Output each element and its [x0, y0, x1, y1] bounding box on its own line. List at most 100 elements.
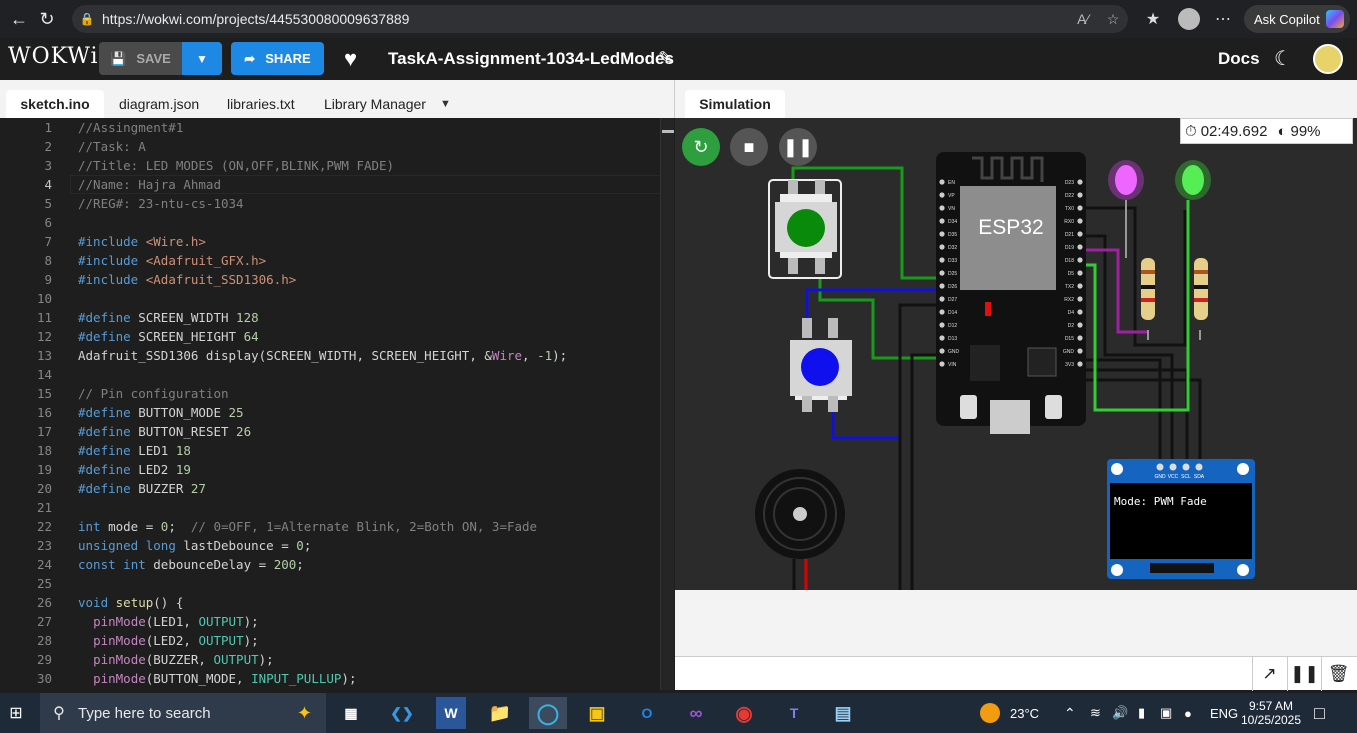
pause-simulation-button[interactable]: ❚❚: [779, 128, 817, 166]
editor-scrollbar[interactable]: [660, 118, 674, 690]
code-line[interactable]: 16 #define BUTTON_MODE 25: [0, 403, 674, 422]
sticky-notes-icon[interactable]: ▣: [578, 697, 616, 729]
code-line[interactable]: 17 #define BUTTON_RESET 26: [0, 422, 674, 441]
code-line[interactable]: 21: [0, 498, 674, 517]
simulation-canvas[interactable]: ESP32 EN VP VN D34 D35 D32 D33 D25 D26 D27 D14 D12 D…: [675, 118, 1357, 590]
favorite-icon[interactable]: ☆: [1098, 11, 1128, 28]
tab-sketch-ino[interactable]: sketch.ino: [6, 90, 104, 118]
code-line[interactable]: 29 pinMode(BUZZER, OUTPUT);: [0, 650, 674, 669]
more-icon[interactable]: ⋯: [1208, 0, 1238, 38]
notification-icon[interactable]: □: [1314, 693, 1325, 733]
save-dropdown-chevron-icon[interactable]: ▼: [182, 42, 222, 75]
green-pushbutton[interactable]: [787, 209, 825, 247]
code-line[interactable]: 6: [0, 213, 674, 232]
code-line[interactable]: 9 #include <Adafruit_SSD1306.h>: [0, 270, 674, 289]
esp32-pin-label: D32: [948, 245, 957, 251]
esp32-pin-label: D18: [1065, 258, 1074, 264]
teams-icon[interactable]: T: [775, 697, 813, 729]
blue-pushbutton[interactable]: [801, 348, 839, 386]
chrome-icon[interactable]: ◉: [725, 697, 763, 729]
code-line[interactable]: 1 //Assingment#1: [0, 118, 674, 137]
code-line[interactable]: 4 //Name: Hajra Ahmad: [0, 175, 674, 194]
code-text: Adafruit_SSD1306 display(SCREEN_WIDTH, S…: [78, 348, 568, 363]
plotter-chart-icon[interactable]: ↗: [1252, 657, 1286, 691]
volume-icon[interactable]: 🔊: [1112, 693, 1128, 733]
address-bar[interactable]: 🔒 https://wokwi.com/projects/44553008000…: [72, 5, 1128, 33]
read-aloud-icon[interactable]: A⁄: [1068, 11, 1098, 27]
sun-icon: [980, 703, 1000, 723]
notepad-icon[interactable]: ▤: [824, 697, 862, 729]
docs-link[interactable]: Docs: [1218, 49, 1260, 69]
refresh-icon[interactable]: ↻: [28, 0, 66, 38]
code-line[interactable]: 20 #define BUZZER 27: [0, 479, 674, 498]
line-number: 15: [36, 386, 52, 401]
camera-icon[interactable]: ▣: [1160, 693, 1172, 733]
task-view-icon[interactable]: ▦: [332, 697, 370, 729]
tab-simulation[interactable]: Simulation: [685, 90, 785, 118]
code-line[interactable]: 5 //REG#: 23-ntu-cs-1034: [0, 194, 674, 213]
word-icon[interactable]: W: [436, 697, 466, 729]
mcu-label: ESP32: [978, 216, 1043, 239]
code-line[interactable]: 23 unsigned long lastDebounce = 0;: [0, 536, 674, 555]
visual-studio-icon[interactable]: ∞: [677, 697, 715, 729]
pause-serial-icon[interactable]: ❚❚: [1287, 657, 1321, 691]
collections-icon[interactable]: ★: [1138, 0, 1168, 38]
restart-simulation-button[interactable]: ↻: [682, 128, 720, 166]
profile-icon[interactable]: [1174, 0, 1204, 38]
esp32-pin: [939, 244, 945, 250]
code-line[interactable]: 2 //Task: A: [0, 137, 674, 156]
code-line[interactable]: 30 pinMode(BUTTON_MODE, INPUT_PULLUP);: [0, 669, 674, 688]
code-line[interactable]: 26 void setup() {: [0, 593, 674, 612]
code-line[interactable]: 25: [0, 574, 674, 593]
code-line[interactable]: 11 #define SCREEN_WIDTH 128: [0, 308, 674, 327]
code-line[interactable]: 8 #include <Adafruit_GFX.h>: [0, 251, 674, 270]
file-explorer-icon[interactable]: 📁: [481, 697, 519, 729]
esp32-pin-label: D19: [1065, 245, 1074, 251]
code-line[interactable]: 15 // Pin configuration: [0, 384, 674, 403]
clock[interactable]: 9:57 AM 10/25/2025: [1241, 695, 1301, 731]
code-line[interactable]: 18 #define LED1 18: [0, 441, 674, 460]
code-line[interactable]: 13 Adafruit_SSD1306 display(SCREEN_WIDTH,…: [0, 346, 674, 365]
tabs-dropdown-chevron-icon[interactable]: ▼: [440, 90, 451, 118]
outlook-icon[interactable]: O: [628, 697, 666, 729]
taskbar-search[interactable]: ⚲ Type here to search ✦: [40, 693, 326, 733]
esp32-pin-label: D23: [1065, 180, 1074, 186]
code-line[interactable]: 28 pinMode(LED2, OUTPUT);: [0, 631, 674, 650]
tab-libraries-txt[interactable]: libraries.txt: [227, 90, 295, 118]
heart-icon[interactable]: ♥: [344, 46, 357, 72]
code-text: int mode = 0; // 0=OFF, 1=Alternate Blin…: [78, 519, 538, 534]
esp32-pin: [939, 270, 945, 276]
stop-simulation-button[interactable]: ■: [730, 128, 768, 166]
code-line[interactable]: 10: [0, 289, 674, 308]
code-line[interactable]: 22 int mode = 0; // 0=OFF, 1=Alternate Bl…: [0, 517, 674, 536]
language-indicator[interactable]: ENG: [1210, 693, 1238, 733]
edit-pencil-icon[interactable]: ✎: [658, 48, 673, 69]
vscode-icon[interactable]: ❮❯: [383, 697, 421, 729]
avatar[interactable]: [1313, 44, 1343, 74]
edge-icon[interactable]: ◯: [529, 697, 567, 729]
code-line[interactable]: 19 #define LED2 19: [0, 460, 674, 479]
tab-diagram-json[interactable]: diagram.json: [119, 90, 199, 118]
code-line[interactable]: 27 pinMode(LED1, OUTPUT);: [0, 612, 674, 631]
windows-start-icon[interactable]: ⊞: [0, 693, 32, 733]
dark-mode-moon-icon[interactable]: ☾: [1274, 46, 1292, 71]
wifi-icon[interactable]: ≋: [1090, 693, 1101, 733]
wokwi-logo[interactable]: WOKWi: [8, 44, 99, 69]
code-line[interactable]: 12 #define SCREEN_HEIGHT 64: [0, 327, 674, 346]
save-button[interactable]: 💾 SAVE: [99, 42, 182, 75]
chevron-up-icon[interactable]: ⌃: [1064, 693, 1076, 733]
tab-library-manager[interactable]: Library Manager: [324, 90, 426, 118]
weather-widget[interactable]: 23°C: [980, 693, 1039, 733]
battery-icon[interactable]: ▮: [1138, 693, 1145, 733]
code-line[interactable]: 3 //Title: LED MODES (ON,OFF,BLINK,PWM FA…: [0, 156, 674, 175]
code-line[interactable]: 24 const int debounceDelay = 200;: [0, 555, 674, 574]
network-alert-icon[interactable]: ●: [1184, 693, 1192, 733]
code-line[interactable]: 7 #include <Wire.h>: [0, 232, 674, 251]
trash-icon[interactable]: 🗑: [1321, 657, 1355, 691]
code-editor[interactable]: 1 //Assingment#1 2 //Task: A 3 //Title: LED M…: [0, 118, 674, 690]
ask-copilot-button[interactable]: Ask Copilot: [1244, 5, 1350, 33]
project-title[interactable]: TaskA-Assignment-1034-LedModes: [388, 49, 674, 69]
esp32-pin: [1077, 244, 1083, 250]
share-button[interactable]: ➦ SHARE: [231, 42, 324, 75]
code-line[interactable]: 14: [0, 365, 674, 384]
